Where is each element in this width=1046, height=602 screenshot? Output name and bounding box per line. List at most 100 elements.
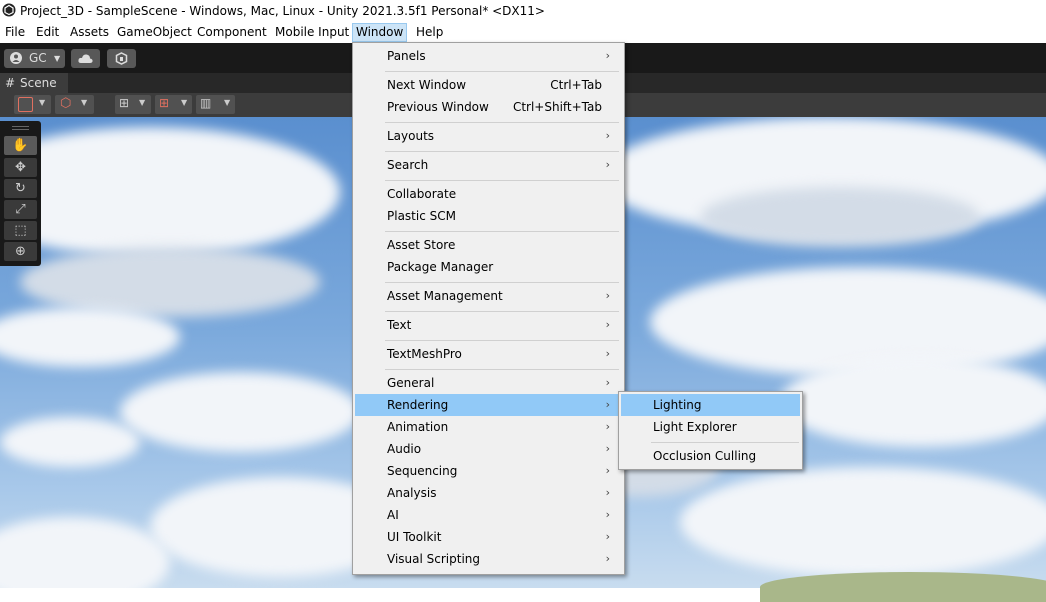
chevron-down-icon: ▼: [224, 98, 231, 107]
snap-grid-icon: ⊞: [159, 96, 170, 110]
unity-logo-icon: [2, 3, 16, 17]
hand-tool-icon[interactable]: ✋: [4, 136, 37, 155]
menu-assets[interactable]: Assets: [67, 24, 112, 41]
menu-item-general[interactable]: General ›: [355, 372, 622, 394]
menu-item-plastic-scm[interactable]: Plastic SCM: [355, 205, 622, 227]
menu-window[interactable]: Window: [352, 23, 408, 42]
menu-item-sequencing[interactable]: Sequencing ›: [355, 460, 622, 482]
menu-item-layouts[interactable]: Layouts ›: [355, 125, 622, 147]
separator: [385, 122, 619, 123]
cloud: [0, 307, 180, 367]
menu-item-light-explorer[interactable]: Light Explorer: [621, 416, 800, 438]
terrain-ground: [760, 572, 1046, 602]
cloud: [700, 187, 980, 247]
menu-item-lighting[interactable]: Lighting: [621, 394, 800, 416]
menu-item-visual-scripting[interactable]: Visual Scripting ›: [355, 548, 622, 570]
shortcut: Ctrl+Shift+Tab: [512, 100, 602, 114]
menu-item-package-manager[interactable]: Package Manager: [355, 256, 622, 278]
cloud: [780, 357, 1046, 447]
gizmo-toggle[interactable]: ⊞ ▼: [115, 95, 151, 114]
menu-item-collaborate[interactable]: Collaborate: [355, 183, 622, 205]
cloud: [650, 267, 1046, 377]
chevron-right-icon: ›: [605, 49, 610, 62]
menu-component[interactable]: Component: [194, 24, 270, 41]
chevron-down-icon: ▼: [39, 98, 46, 107]
grid-icon: #: [5, 76, 16, 90]
menu-item-analysis[interactable]: Analysis ›: [355, 482, 622, 504]
account-dropdown[interactable]: GC ▼: [4, 49, 65, 68]
shortcut: Ctrl+Tab: [550, 78, 602, 92]
snap-toggle[interactable]: ⊞ ▼: [155, 95, 192, 114]
chevron-right-icon: ›: [605, 464, 610, 477]
menu-item-ui-toolkit[interactable]: UI Toolkit ›: [355, 526, 622, 548]
title-bar: Project_3D - SampleScene - Windows, Mac,…: [0, 0, 1046, 22]
rect-tool-icon[interactable]: ⬚: [4, 221, 37, 240]
increment-snap-toggle[interactable]: ▥ ▼: [196, 95, 235, 114]
menu-item-animation[interactable]: Animation ›: [355, 416, 622, 438]
drag-handle[interactable]: [12, 129, 29, 130]
chevron-right-icon: ›: [605, 508, 610, 521]
grid-snap-icon: ⊞: [119, 96, 130, 110]
menu-edit[interactable]: Edit: [33, 24, 62, 41]
separator: [385, 180, 619, 181]
chevron-down-icon: ▼: [139, 98, 146, 107]
cube-icon: ⬡: [60, 96, 72, 111]
menu-item-next-window[interactable]: Next Window Ctrl+Tab: [355, 74, 622, 96]
chevron-right-icon: ›: [605, 486, 610, 499]
transform-tool-icon[interactable]: ⊕: [4, 242, 37, 261]
chevron-right-icon: ›: [605, 530, 610, 543]
menu-bar: File Edit Assets GameObject Component Mo…: [0, 22, 1046, 43]
separator: [385, 311, 619, 312]
separator: [385, 151, 619, 152]
separator: [385, 231, 619, 232]
cloud-button[interactable]: [71, 49, 100, 68]
tab-scene[interactable]: # Scene: [0, 73, 68, 93]
window-title: Project_3D - SampleScene - Windows, Mac,…: [20, 4, 545, 18]
chevron-right-icon: ›: [605, 158, 610, 171]
menu-item-ai[interactable]: AI ›: [355, 504, 622, 526]
chevron-right-icon: ›: [605, 347, 610, 360]
rendering-submenu: Lighting Light Explorer Occlusion Cullin…: [618, 391, 803, 470]
menu-item-asset-management[interactable]: Asset Management ›: [355, 285, 622, 307]
separator: [385, 369, 619, 370]
ruler-icon: ▥: [200, 96, 212, 110]
chevron-right-icon: ›: [605, 129, 610, 142]
move-tool-icon[interactable]: ✥: [4, 158, 37, 177]
menu-item-textmeshpro[interactable]: TextMeshPro ›: [355, 343, 622, 365]
scene-tools-panel: ✋ ✥ ↻ ⤢ ⬚ ⊕: [0, 121, 41, 266]
cloud: [120, 372, 360, 452]
menu-item-rendering[interactable]: Rendering ›: [355, 394, 622, 416]
collab-button[interactable]: [107, 49, 136, 68]
drag-handle[interactable]: [12, 126, 29, 127]
cloud: [0, 517, 170, 588]
menu-item-audio[interactable]: Audio ›: [355, 438, 622, 460]
menu-item-panels[interactable]: Panels ›: [355, 45, 622, 67]
scale-tool-icon[interactable]: ⤢: [4, 200, 37, 219]
chevron-down-icon: ▼: [54, 54, 61, 63]
shading-mode-icon: [18, 97, 33, 112]
menu-item-text[interactable]: Text ›: [355, 314, 622, 336]
separator: [385, 282, 619, 283]
chevron-right-icon: ›: [605, 289, 610, 302]
menu-item-search[interactable]: Search ›: [355, 154, 622, 176]
cloud-icon: [78, 54, 93, 63]
menu-item-occlusion-culling[interactable]: Occlusion Culling: [621, 445, 800, 467]
2d-3d-dropdown[interactable]: ⬡ ▼: [55, 95, 94, 114]
collab-icon: [115, 52, 128, 65]
chevron-right-icon: ›: [605, 318, 610, 331]
account-label: GC: [29, 51, 47, 65]
chevron-down-icon: ▼: [81, 98, 88, 107]
chevron-right-icon: ›: [605, 552, 610, 565]
menu-item-asset-store[interactable]: Asset Store: [355, 234, 622, 256]
menu-help[interactable]: Help: [413, 24, 446, 41]
menu-mobile-input[interactable]: Mobile Input: [272, 24, 352, 41]
menu-item-previous-window[interactable]: Previous Window Ctrl+Shift+Tab: [355, 96, 622, 118]
rotate-tool-icon[interactable]: ↻: [4, 179, 37, 198]
chevron-down-icon: ▼: [181, 98, 188, 107]
menu-gameobject[interactable]: GameObject: [114, 24, 195, 41]
menu-file[interactable]: File: [2, 24, 28, 41]
cloud: [680, 467, 1046, 577]
separator: [385, 340, 619, 341]
draw-mode-dropdown[interactable]: ▼: [14, 95, 51, 114]
cloud: [0, 127, 340, 257]
